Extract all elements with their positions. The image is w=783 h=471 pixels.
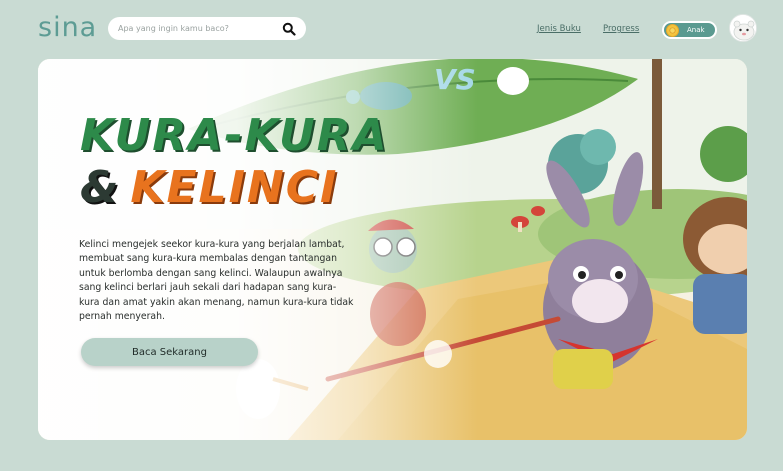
hero-banner: VS KURA-KURA &KELINCI [38, 59, 747, 440]
search-input[interactable] [118, 24, 282, 33]
sina-logo[interactable]: sina [38, 12, 97, 43]
hero-title: KURA-KURA & KELINCI [80, 114, 389, 210]
sun-icon [666, 23, 679, 37]
avatar-icon [730, 15, 756, 41]
read-now-button[interactable]: Baca Sekarang [81, 338, 258, 366]
story-description: Kelinci mengejek seekor kura-kura yang b… [79, 239, 354, 323]
mode-toggle[interactable]: Anak [662, 21, 717, 39]
search-bar[interactable] [108, 17, 306, 40]
nav-link-jenis-buku[interactable]: Jenis Buku [537, 24, 581, 34]
nav-link-progress[interactable]: Progress [603, 24, 639, 34]
mode-toggle-label: Anak [687, 26, 705, 34]
title-ampersand: & [80, 162, 121, 213]
title-line-1: KURA-KURA [80, 110, 389, 161]
avatar[interactable] [729, 14, 757, 42]
search-icon[interactable] [282, 22, 296, 36]
title-line-2: KELINCI [130, 162, 339, 213]
